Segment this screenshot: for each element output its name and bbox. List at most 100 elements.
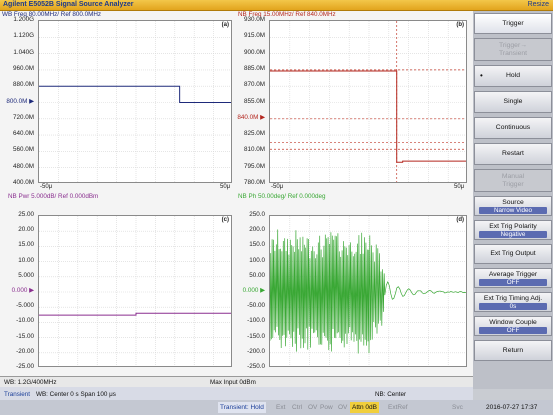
softkey-average-trigger[interactable]: Average Trigger OFF [474,268,552,288]
y-tick-label: 0.000 ▶ [242,287,265,294]
softkey-trigger-transient: Trigger→ Transient [474,38,552,61]
softkey-label: Return [502,346,524,354]
panel-label: (d) [456,217,464,223]
plot-area[interactable]: (c) [38,215,232,367]
y-tick-label: 50.00 [249,271,265,279]
x-end-label: 50μ [454,184,465,190]
softkey-value: OFF [479,326,547,334]
status-extref: ExtRef [388,404,408,411]
softkey-restart[interactable]: Restart [474,143,552,165]
softkey-label: Trigger [502,19,524,27]
transient-hold-status: Transient: Hold [218,402,266,413]
y-tick-label: 795.0M [243,162,265,170]
y-tick-label: 780.0M [243,179,265,186]
softkey-return[interactable]: Return [474,340,552,361]
softkey-single[interactable]: Single [474,91,552,113]
chart-nb-pwr: NB Pwr 5.000dB/ Ref 0.000dBm 25.00 20.00 1… [0,193,236,377]
y-tick-label: 885.0M [243,64,265,72]
y-tick-label: 480.0M [12,162,34,170]
softkey-label: Continuous [495,124,531,131]
y-tick-label: -150.0 [247,332,265,340]
softkey-window-couple[interactable]: Window Couple OFF [474,316,552,336]
panel-label: (b) [456,22,464,28]
y-tick-label: 1.200G [13,16,34,23]
trace-wb-freq [39,85,231,103]
panel-label: (c) [221,217,229,223]
y-tick-label: 880.0M [12,81,34,89]
softkey-ext-trig-output[interactable]: Ext Trig Output [474,244,552,264]
plot-area[interactable]: (a) [38,20,232,183]
wb-center-span: WB: Center 0 s Span 100 μs [36,391,116,398]
softkey-label: Ext Trig Polarity [489,222,537,230]
softkey-label: Hold [506,72,520,79]
chart-nb-freq: NB Freq 15.00MHz/ Ref 840.0MHz 930.0M 915… [236,11,473,191]
y-tick-label: 960.0M [12,64,34,72]
bottom-status-bar: Transient: Hold Ext Ctrl OV Pow OV Attn … [0,400,553,415]
softkey-source[interactable]: Source Narrow Video [474,196,552,216]
nb-center: NB: Center [375,391,407,398]
y-tick-label: 0.000 ▶ [11,287,34,294]
softkey-label: Source [502,198,524,206]
y-tick-label: 25.00 [18,211,34,218]
y-tick-label: -15.00 [16,332,34,340]
softkey-value: Narrow Video [479,206,547,214]
y-tick-label: -5.000 [16,302,34,310]
y-tick-label: 900.0M [243,48,265,56]
y-tick-label: 1.120G [13,32,34,40]
softkey-label: Restart [502,150,524,157]
softkey-label: Manual Trigger [501,172,525,188]
y-tick-label: -10.00 [16,317,34,325]
y-tick-label: 800.0M ▶ [6,97,34,105]
softkey-value: OFF [479,278,547,286]
status-ext: Ext [276,404,286,411]
y-tick-label: -25.00 [16,363,34,370]
y-tick-label: 100.0 [249,256,265,264]
y-tick-label: 640.0M [12,130,34,138]
y-tick-label: -200.0 [247,347,265,355]
softkey-trigger[interactable]: Trigger [474,13,552,34]
softkey-label: Ext Trig Timing Adj. [483,294,543,302]
x-start-label: -50μ [40,184,53,190]
attn-status: Attn 0dB [350,402,379,413]
y-tick-label: 870.0M [243,81,265,89]
display-area: WB Freq 80.00MHz/ Ref 800.0MHz 1.200G 1.1… [0,11,473,383]
trace-nb-pwr [39,312,231,316]
y-tick-label: 150.0 [249,241,265,249]
softkey-label: Ext Trig Output [490,250,536,257]
y-tick-label: -250.0 [247,363,265,370]
y-tick-label: 200.0 [249,226,265,234]
plot-area[interactable]: (d) [269,215,467,367]
y-tick-label: 810.0M [243,146,265,154]
softkey-ext-trig-timing-adj[interactable]: Ext Trig Timing Adj. 0s [474,292,552,312]
status-ov2: OV [338,404,348,411]
y-tick-label: -100.0 [247,317,265,325]
softkey-hold[interactable]: Hold • [474,65,552,87]
y-tick-label: 10.00 [18,256,34,264]
resize-button[interactable]: Resize [528,1,549,8]
datetime: 2016-07-27 17:37 [486,404,538,411]
chart-wb-freq: WB Freq 80.00MHz/ Ref 800.0MHz 1.200G 1.1… [0,11,236,191]
mode-label: Transient [4,391,31,398]
y-tick-label: -50.00 [247,302,265,310]
y-tick-label: 560.0M [12,146,34,154]
status-pow: Pow [320,404,333,411]
status-ctrl: Ctrl [292,404,303,411]
y-tick-label: 400.0M [12,179,34,186]
softkey-label: Window Couple [489,318,537,326]
softkey-label: Trigger→ Transient [498,41,528,57]
wb-range: WB: 1.2G/400MHz [4,379,57,386]
y-tick-label: 720.0M [12,113,34,121]
softkey-menu: Trigger Trigger→ Transient Hold • Single Conti… [473,11,553,389]
max-input: Max Input 0dBm [210,379,256,386]
y-tick-label: 1.040G [13,48,34,56]
y-tick-label: -20.00 [16,347,34,355]
softkey-ext-trig-polarity[interactable]: Ext Trig Polarity Negative [474,220,552,240]
status-line-1: WB: 1.2G/400MHz Max Input 0dBm [0,376,473,387]
softkey-label: Single [503,98,523,105]
y-tick-label: 840.0M ▶ [237,113,265,121]
chart-nb-phase: NB Ph 50.00deg/ Ref 0.000deg 250.0 200.0 1… [236,193,473,377]
plot-area[interactable]: (b) [269,20,467,183]
softkey-continuous[interactable]: Continuous [474,117,552,139]
y-tick-label: 250.0 [249,211,265,218]
selected-indicator-icon: • [480,71,483,80]
